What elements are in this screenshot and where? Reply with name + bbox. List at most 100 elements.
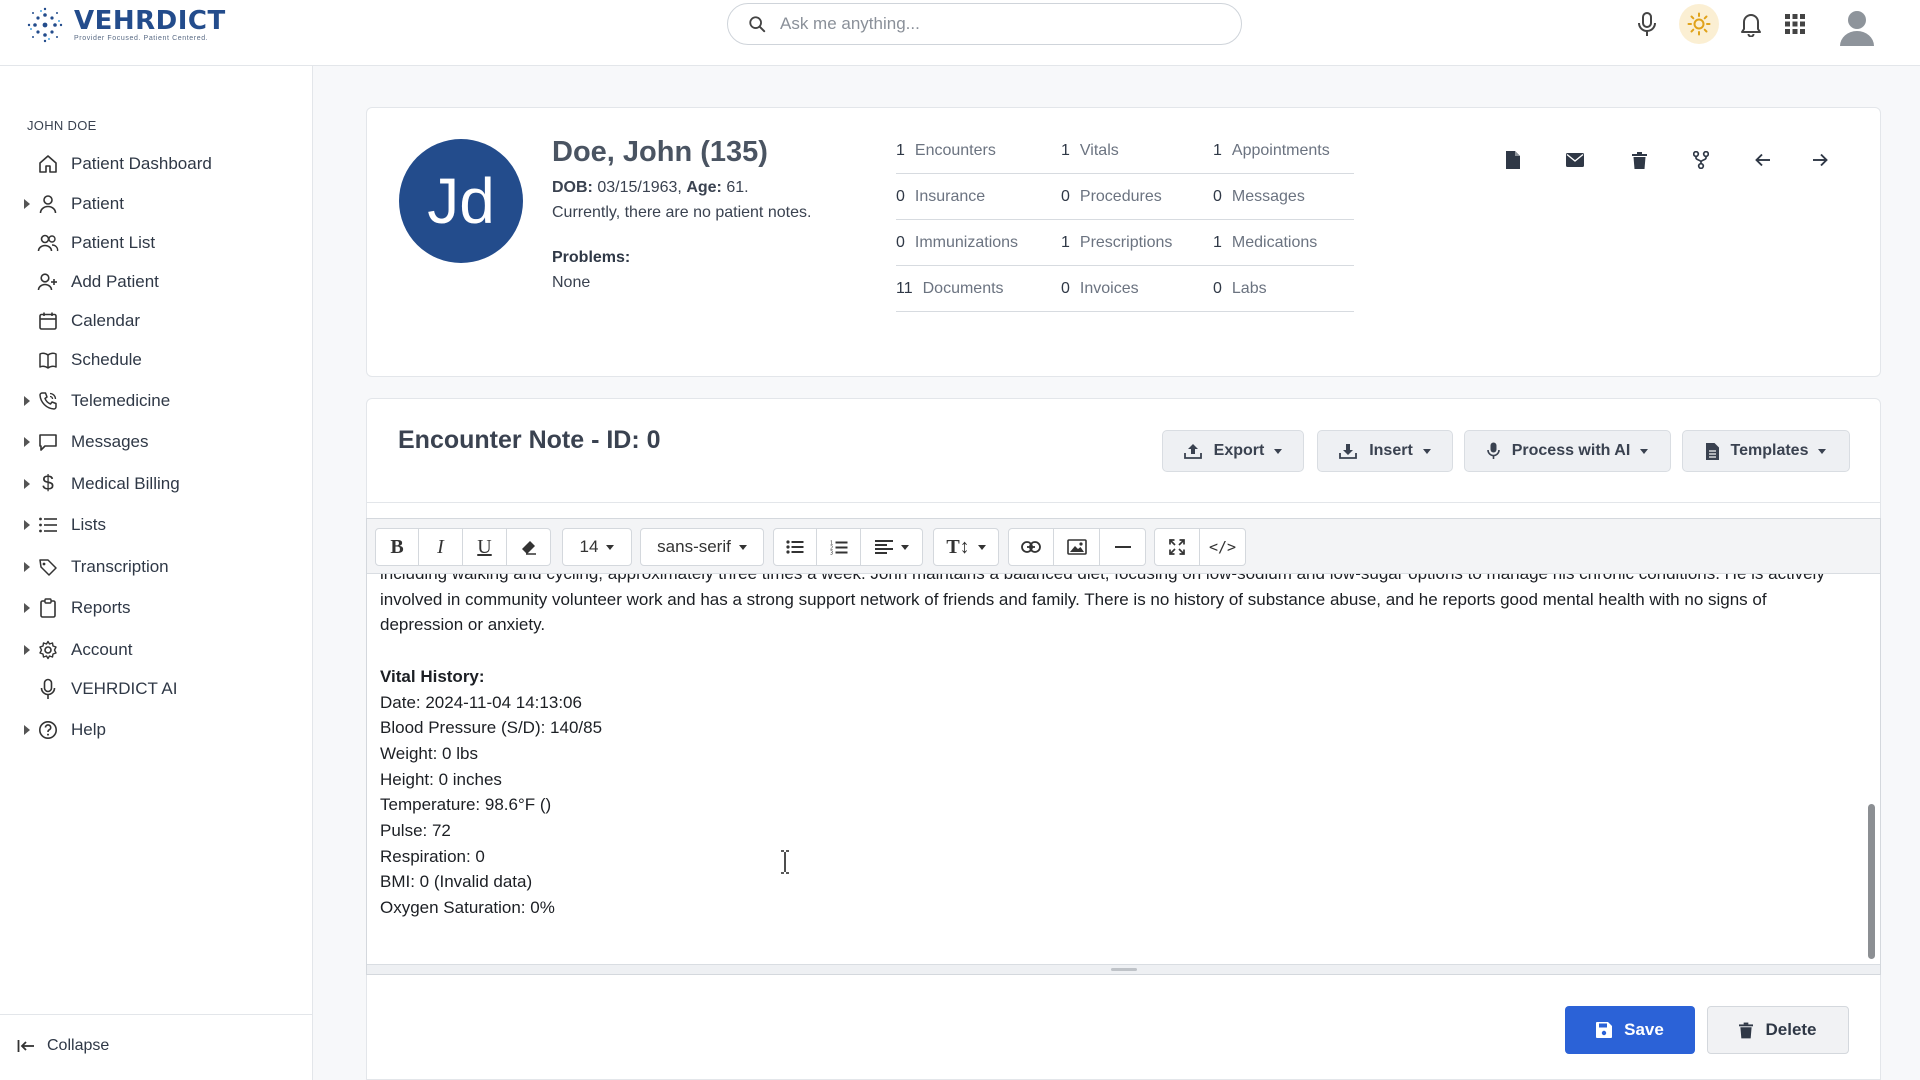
patient-summary-card: Jd Doe, John (135) DOB: 03/15/1963, Age:… bbox=[366, 107, 1881, 377]
sidebar-item-label: VEHRDICT AI bbox=[71, 679, 178, 698]
sidebar-item-account[interactable]: Account bbox=[0, 632, 312, 668]
stat-vitals[interactable]: 1 Vitals bbox=[1061, 142, 1213, 160]
stat-prescriptions[interactable]: 1 Prescriptions bbox=[1061, 234, 1213, 252]
sidebar-item-add-patient[interactable]: Add Patient bbox=[0, 264, 312, 300]
delete-button[interactable]: Delete bbox=[1707, 1006, 1849, 1054]
sidebar-item-telemedicine[interactable]: Telemedicine bbox=[0, 383, 312, 419]
underline-button[interactable]: U bbox=[463, 528, 507, 566]
insert-image-button[interactable] bbox=[1054, 528, 1100, 566]
user-avatar-button[interactable] bbox=[1836, 4, 1878, 48]
collapse-button[interactable]: Collapse bbox=[17, 1037, 109, 1055]
sidebar-item-patient[interactable]: Patient bbox=[0, 186, 312, 222]
caret-down-icon bbox=[606, 544, 615, 550]
theme-toggle-button[interactable] bbox=[1679, 4, 1719, 44]
font-size-value: 14 bbox=[579, 537, 599, 556]
dob-value: 03/15/1963, bbox=[597, 179, 682, 196]
bulleted-list-button[interactable] bbox=[773, 528, 817, 566]
branch-icon bbox=[1693, 151, 1709, 169]
person-icon bbox=[37, 193, 59, 215]
sidebar-item-label: Account bbox=[71, 640, 133, 659]
previous-button[interactable] bbox=[1749, 146, 1777, 174]
sidebar-item-schedule[interactable]: Schedule bbox=[0, 342, 312, 378]
stat-immunizations[interactable]: 0 Immunizations bbox=[896, 234, 1061, 252]
sidebar-item-patient-list[interactable]: Patient List bbox=[0, 225, 312, 261]
sidebar-item-transcription[interactable]: Transcription bbox=[0, 549, 312, 585]
patient-notes: Currently, there are no patient notes. bbox=[552, 204, 812, 221]
caret-down-icon bbox=[1422, 448, 1431, 454]
delete-patient-button[interactable] bbox=[1625, 146, 1653, 174]
italic-icon: I bbox=[437, 535, 444, 558]
vital-line: Temperature: 98.6°F () bbox=[380, 795, 552, 815]
sidebar-item-patient-dashboard[interactable]: Patient Dashboard bbox=[0, 146, 312, 182]
sidebar-item-messages[interactable]: Messages bbox=[0, 424, 312, 460]
code-view-button[interactable]: </> bbox=[1200, 528, 1246, 566]
stat-count: 1 bbox=[896, 141, 905, 159]
insert-dropdown-button[interactable]: Insert bbox=[1317, 430, 1453, 472]
editor-scrollbar-thumb[interactable] bbox=[1868, 804, 1875, 959]
expand-caret-icon bbox=[24, 479, 30, 489]
horizontal-rule-button[interactable] bbox=[1100, 528, 1146, 566]
sidebar-item-calendar[interactable]: Calendar bbox=[0, 303, 312, 339]
age-value: 61. bbox=[726, 179, 749, 196]
app-logo[interactable]: VEHRDICT Provider Focused. Patient Cente… bbox=[26, 6, 226, 44]
export-dropdown-button[interactable]: Export bbox=[1162, 430, 1304, 472]
document-button[interactable] bbox=[1499, 146, 1527, 174]
font-size-select[interactable]: 14 bbox=[562, 528, 632, 566]
font-family-select[interactable]: sans-serif bbox=[640, 528, 764, 566]
email-button[interactable] bbox=[1561, 146, 1589, 174]
process-with-ai-dropdown-button[interactable]: Process with AI bbox=[1464, 430, 1671, 472]
sidebar-item-label: Patient List bbox=[71, 233, 156, 252]
stats-row: 0 Immunizations 1 Prescriptions 1 Medicatio… bbox=[896, 220, 1354, 266]
note-editor[interactable]: B I U 14 sans-serif 123 T↕ </> involved … bbox=[366, 518, 1881, 975]
sidebar-item-reports[interactable]: Reports bbox=[0, 590, 312, 626]
expand-caret-icon bbox=[24, 603, 30, 613]
search-input[interactable] bbox=[780, 14, 1210, 34]
bold-button[interactable]: B bbox=[375, 528, 419, 566]
stat-invoices[interactable]: 0 Invoices bbox=[1061, 280, 1213, 298]
vital-line: Weight: 0 lbs bbox=[380, 743, 478, 763]
notifications-button[interactable] bbox=[1736, 6, 1766, 42]
save-button[interactable]: Save bbox=[1565, 1006, 1695, 1054]
sidebar-item-medical-billing[interactable]: $ Medical Billing bbox=[0, 466, 312, 502]
stats-row: 0 Insurance 0 Procedures 0 Messages bbox=[896, 174, 1354, 220]
stat-encounters[interactable]: 1 Encounters bbox=[896, 142, 1061, 160]
sidebar-item-help[interactable]: Help bbox=[0, 712, 312, 748]
expand-caret-icon bbox=[24, 199, 30, 209]
editor-resize-handle[interactable] bbox=[367, 964, 1880, 974]
expand-caret-icon bbox=[24, 725, 30, 735]
next-button[interactable] bbox=[1806, 146, 1834, 174]
stat-label: Appointments bbox=[1231, 141, 1330, 159]
stat-medications[interactable]: 1 Medications bbox=[1213, 234, 1317, 252]
fullscreen-button[interactable] bbox=[1154, 528, 1200, 566]
align-dropdown-button[interactable] bbox=[861, 528, 923, 566]
line-height-dropdown-button[interactable]: T↕ bbox=[933, 528, 999, 566]
stat-label: Prescriptions bbox=[1079, 233, 1173, 251]
sidebar-item-vehrdict-ai[interactable]: VEHRDICT AI bbox=[0, 671, 312, 707]
sidebar-item-lists[interactable]: Lists bbox=[0, 507, 312, 543]
clipboard-icon bbox=[37, 597, 59, 619]
stat-messages[interactable]: 0 Messages bbox=[1213, 188, 1305, 206]
stat-appointments[interactable]: 1 Appointments bbox=[1213, 142, 1330, 160]
branch-button[interactable] bbox=[1687, 146, 1715, 174]
home-icon bbox=[37, 153, 59, 175]
stat-count: 0 bbox=[1213, 187, 1222, 205]
templates-dropdown-button[interactable]: Templates bbox=[1682, 430, 1850, 472]
microphone-button[interactable] bbox=[1632, 6, 1662, 42]
dob-label: DOB: bbox=[552, 179, 593, 196]
clear-format-button[interactable] bbox=[507, 528, 551, 566]
stat-labs[interactable]: 0 Labs bbox=[1213, 280, 1267, 298]
stat-procedures[interactable]: 0 Procedures bbox=[1061, 188, 1213, 206]
note-content[interactable]: including walking and cycling, approxima… bbox=[380, 574, 1850, 954]
numbered-list-button[interactable]: 123 bbox=[817, 528, 861, 566]
logo-mark-icon bbox=[27, 7, 63, 43]
expand-caret-icon bbox=[24, 396, 30, 406]
search-box[interactable] bbox=[727, 3, 1242, 45]
apps-menu-button[interactable] bbox=[1780, 6, 1810, 42]
stat-documents[interactable]: 11 Documents bbox=[896, 280, 1061, 298]
eraser-icon bbox=[521, 541, 536, 555]
trash-icon bbox=[1631, 151, 1647, 169]
stat-insurance[interactable]: 0 Insurance bbox=[896, 188, 1061, 206]
insert-link-button[interactable] bbox=[1008, 528, 1054, 566]
italic-button[interactable]: I bbox=[419, 528, 463, 566]
resize-grip-icon bbox=[1111, 968, 1137, 971]
